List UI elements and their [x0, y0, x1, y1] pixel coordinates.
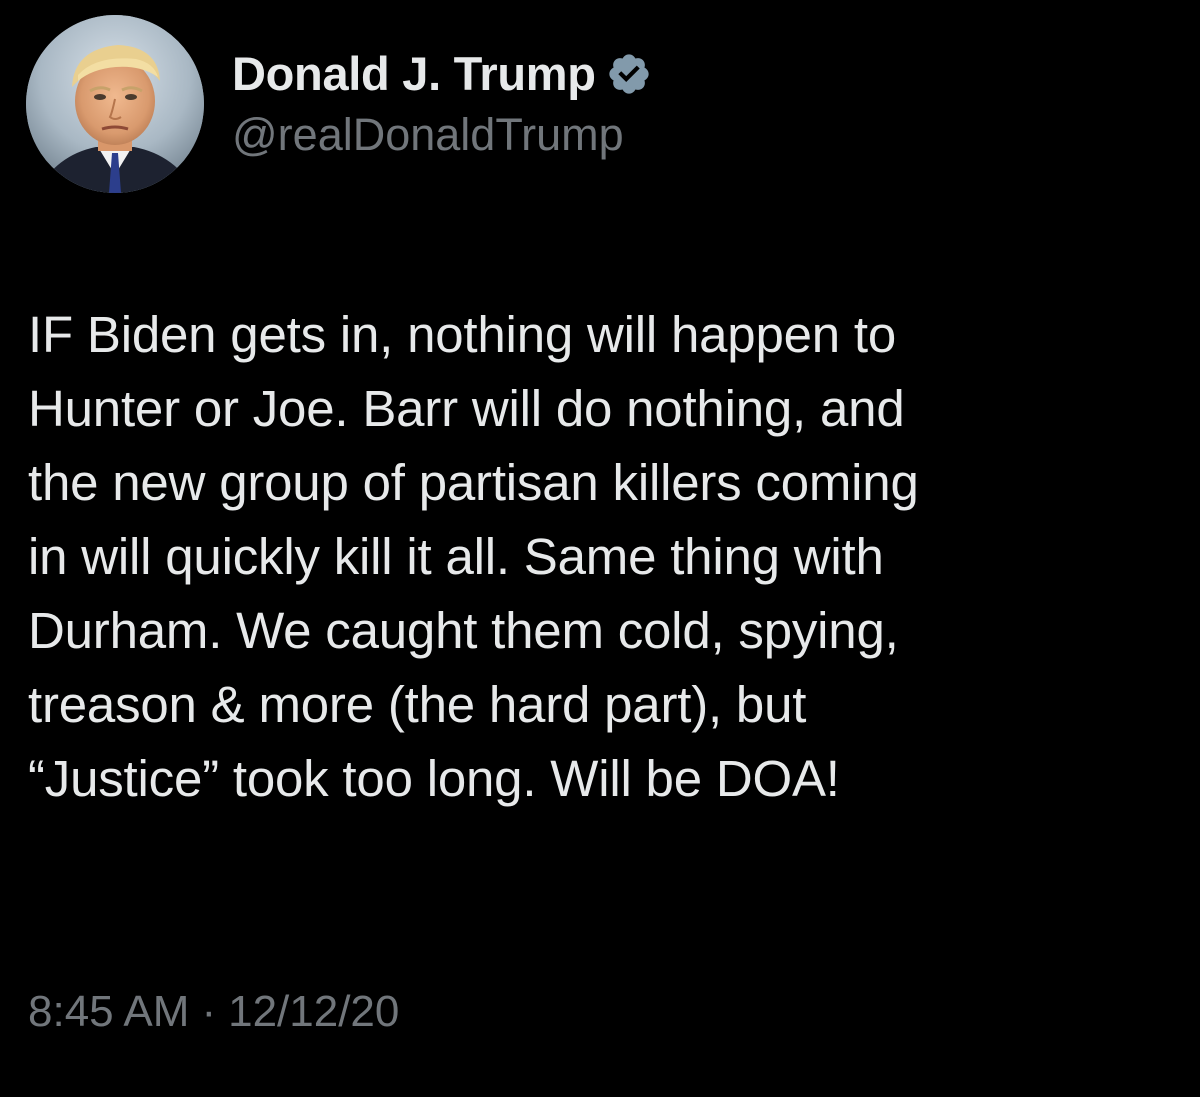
author-handle[interactable]: @realDonaldTrump	[232, 110, 652, 160]
tweet-text: IF Biden gets in, nothing will happen to…	[28, 306, 919, 807]
profile-photo-icon	[26, 15, 204, 193]
author-display-name[interactable]: Donald J. Trump	[232, 48, 596, 100]
tweet-time: 8:45 AM	[28, 987, 190, 1036]
tweet-date: 12/12/20	[228, 987, 400, 1036]
verified-badge-icon[interactable]	[606, 51, 652, 97]
avatar[interactable]	[26, 15, 204, 193]
tweet-header: Donald J. Trump @realDonaldTrump	[26, 14, 652, 194]
tweet-timestamp[interactable]: 8:45 AM · 12/12/20	[28, 986, 399, 1039]
name-row: Donald J. Trump	[232, 48, 652, 100]
tweet-card: Donald J. Trump @realDonaldTrump IF Bide…	[0, 0, 1200, 1097]
author-identity: Donald J. Trump @realDonaldTrump	[232, 48, 652, 159]
meta-separator: ·	[201, 987, 217, 1036]
